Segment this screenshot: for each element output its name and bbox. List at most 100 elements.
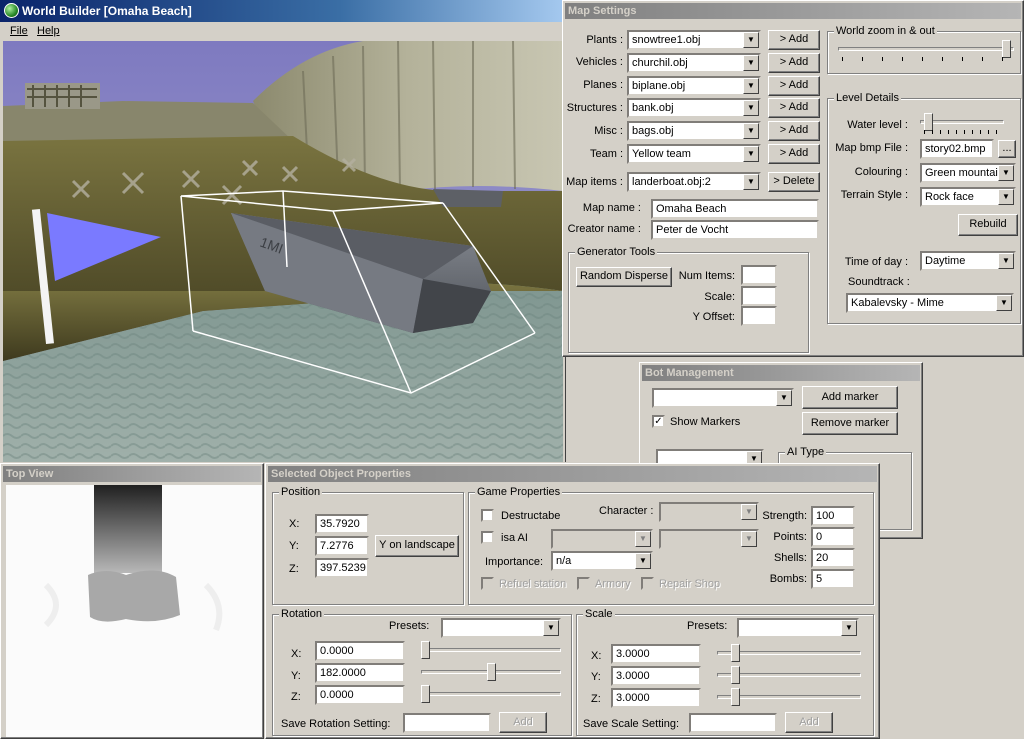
save-rotation-input[interactable] — [403, 713, 491, 733]
time-of-day-select[interactable]: Daytime ▼ — [920, 251, 1016, 271]
chevron-down-icon: ▼ — [776, 390, 792, 406]
map-name-input[interactable]: Omaha Beach — [651, 199, 819, 219]
planes-select[interactable]: biplane.obj ▼ — [627, 76, 761, 96]
terrain-style-select[interactable]: Rock face ▼ — [920, 187, 1016, 207]
rot-x-slider[interactable] — [421, 641, 561, 661]
ai-type-select[interactable]: ▼ — [551, 529, 653, 549]
add-marker-button[interactable]: Add marker — [802, 386, 898, 409]
rotation-presets-select[interactable]: ▼ — [441, 618, 561, 638]
scale-y-slider[interactable] — [717, 666, 861, 686]
menu-file[interactable]: File — [10, 22, 28, 40]
bot-management-title-bar[interactable]: Bot Management — [642, 365, 920, 381]
menu-help[interactable]: Help — [37, 22, 60, 40]
vehicles-add-button[interactable]: > Add — [768, 53, 820, 73]
scale-z-slider[interactable] — [717, 688, 861, 708]
strength-input[interactable]: 100 — [811, 506, 855, 526]
scale-presets-label: Presets: — [687, 620, 728, 632]
destructable-label: Destructabe — [501, 510, 561, 522]
pos-x-input[interactable]: 35.7920 — [315, 514, 369, 534]
rot-y-slider[interactable] — [421, 663, 561, 683]
rot-y-thumb[interactable] — [487, 663, 496, 681]
scale-title: Scale — [583, 608, 615, 620]
world-zoom-group: World zoom in & out — [827, 25, 1021, 74]
rot-z-slider[interactable] — [421, 685, 561, 705]
y-offset-input[interactable] — [741, 306, 777, 326]
chevron-down-icon: ▼ — [841, 620, 857, 636]
top-view-title-bar[interactable]: Top View — [3, 466, 261, 482]
scale-y-thumb[interactable] — [731, 666, 740, 684]
scale-x-label: X: — [591, 650, 602, 662]
team-select[interactable]: Yellow team ▼ — [627, 144, 761, 164]
chevron-down-icon: ▼ — [743, 100, 759, 116]
water-level-slider[interactable] — [920, 113, 1004, 134]
browse-button[interactable]: ... — [998, 140, 1016, 158]
chevron-down-icon: ▼ — [743, 123, 759, 139]
importance-select[interactable]: n/a ▼ — [551, 551, 653, 571]
scale-x-slider[interactable] — [717, 644, 861, 664]
repair-checkbox[interactable] — [641, 577, 654, 590]
vehicles-select[interactable]: churchil.obj ▼ — [627, 53, 761, 73]
misc-add-button[interactable]: > Add — [768, 121, 820, 141]
generator-tools-title: Generator Tools — [575, 246, 658, 258]
y-on-landscape-button[interactable]: Y on landscape — [375, 535, 459, 557]
save-scale-input[interactable] — [689, 713, 777, 733]
points-input[interactable]: 0 — [811, 527, 855, 547]
num-items-input[interactable] — [741, 265, 777, 285]
position-group: Position X: 35.7920 Y: 7.2776 Z: 397.523… — [272, 486, 464, 605]
planes-add-button[interactable]: > Add — [768, 76, 820, 96]
scale-presets-select[interactable]: ▼ — [737, 618, 859, 638]
world-zoom-thumb[interactable] — [1002, 40, 1011, 58]
character-label: Character : — [599, 505, 654, 517]
show-markers-checkbox[interactable]: ✓ — [652, 415, 665, 428]
pos-y-input[interactable]: 7.2776 — [315, 536, 369, 556]
armory-checkbox[interactable] — [577, 577, 590, 590]
soundtrack-select[interactable]: Kabalevsky - Mime ▼ — [846, 293, 1014, 313]
rot-z-thumb[interactable] — [421, 685, 430, 703]
scale-x-input[interactable]: 3.0000 — [611, 644, 701, 664]
chevron-down-icon: ▼ — [743, 32, 759, 48]
refuel-checkbox[interactable] — [481, 577, 494, 590]
scale-y-input[interactable]: 3.0000 — [611, 666, 701, 686]
map-bmp-input[interactable]: story02.bmp — [920, 139, 994, 159]
vehicles-label: Vehicles : — [575, 56, 623, 68]
structures-add-button[interactable]: > Add — [768, 98, 820, 118]
object-properties-title-bar[interactable]: Selected Object Properties — [268, 466, 877, 482]
add-scale-button[interactable]: Add — [785, 712, 833, 733]
colouring-select[interactable]: Green mountain ▼ — [920, 163, 1016, 183]
scale-label: Scale: — [704, 291, 735, 303]
misc-select[interactable]: bags.obj ▼ — [627, 121, 761, 141]
team-add-button[interactable]: > Add — [768, 144, 820, 164]
water-level-thumb[interactable] — [924, 113, 933, 131]
map-settings-title-bar[interactable]: Map Settings — [565, 3, 1021, 19]
add-rotation-button[interactable]: Add — [499, 712, 547, 733]
chevron-down-icon: ▼ — [743, 146, 759, 162]
shells-input[interactable]: 20 — [811, 548, 855, 568]
rot-x-input[interactable]: 0.0000 — [315, 641, 405, 661]
pos-z-input[interactable]: 397.5239 — [315, 558, 369, 578]
rot-y-input[interactable]: 182.0000 — [315, 663, 405, 683]
plants-add-button[interactable]: > Add — [768, 30, 820, 50]
top-view-canvas[interactable] — [6, 485, 262, 737]
scale-z-thumb[interactable] — [731, 688, 740, 706]
bot-select[interactable]: ▼ — [652, 388, 794, 408]
remove-marker-button[interactable]: Remove marker — [802, 412, 898, 435]
is-ai-checkbox[interactable] — [481, 531, 494, 544]
map-items-delete-button[interactable]: > Delete — [768, 172, 820, 192]
scale-z-input[interactable]: 3.0000 — [611, 688, 701, 708]
map-items-select[interactable]: landerboat.obj:2 ▼ — [627, 172, 761, 192]
world-zoom-slider[interactable] — [838, 40, 1014, 61]
main-title-bar[interactable]: World Builder [Omaha Beach] — [0, 0, 566, 22]
creator-name-input[interactable]: Peter de Vocht — [651, 220, 819, 240]
strength-label: Strength: — [762, 510, 807, 522]
plants-select[interactable]: snowtree1.obj ▼ — [627, 30, 761, 50]
gen-scale-input[interactable] — [741, 286, 777, 306]
random-disperse-button[interactable]: Random Disperse — [576, 267, 672, 287]
3d-viewport[interactable]: 1MI — [3, 41, 563, 462]
rot-z-input[interactable]: 0.0000 — [315, 685, 405, 705]
bombs-input[interactable]: 5 — [811, 569, 855, 589]
rot-x-thumb[interactable] — [421, 641, 430, 659]
scale-x-thumb[interactable] — [731, 644, 740, 662]
structures-select[interactable]: bank.obj ▼ — [627, 98, 761, 118]
rebuild-button[interactable]: Rebuild — [958, 214, 1018, 236]
destructable-checkbox[interactable] — [481, 509, 494, 522]
